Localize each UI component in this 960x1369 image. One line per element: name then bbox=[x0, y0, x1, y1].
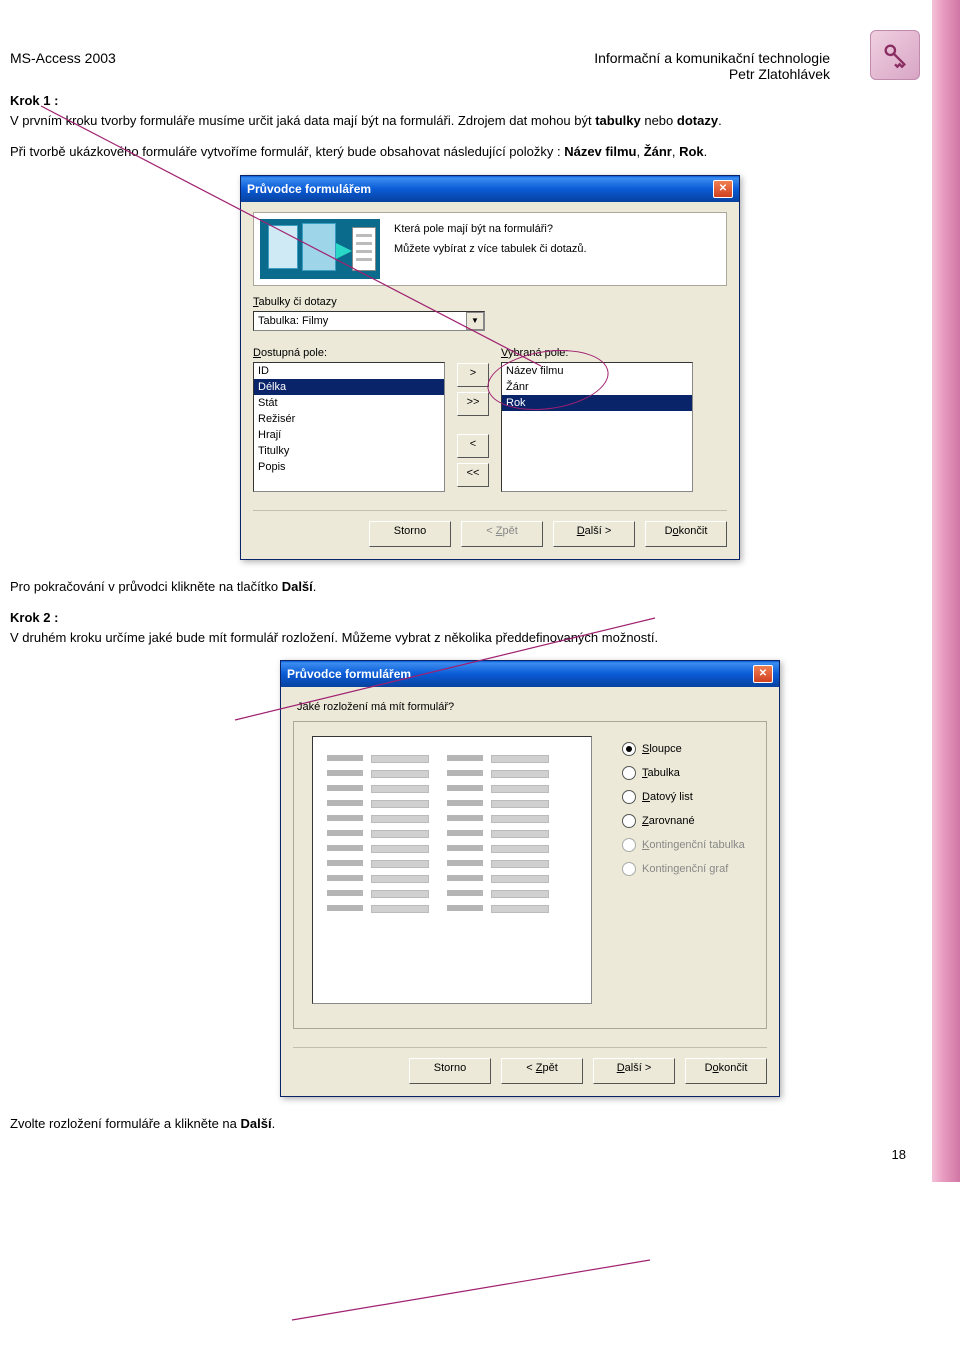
tables-label: Tabulky či dotazy bbox=[253, 296, 727, 308]
selected-fields-list[interactable]: Název filmuŽánrRok bbox=[501, 362, 693, 492]
layout-radio[interactable]: Zarovnané bbox=[622, 814, 745, 828]
layout-radio: Kontingenční tabulka bbox=[622, 838, 745, 852]
radio-label: Kontingenční tabulka bbox=[642, 839, 745, 851]
list-item[interactable]: Název filmu bbox=[502, 363, 692, 379]
add-field-button[interactable]: > bbox=[457, 363, 489, 387]
wizard-banner: Která pole mají být na formuláři? Můžete… bbox=[253, 212, 727, 286]
header-left: MS-Access 2003 bbox=[10, 50, 116, 82]
selected-label: Vybraná pole: bbox=[501, 347, 727, 359]
list-item[interactable]: Titulky bbox=[254, 443, 444, 459]
back-button[interactable]: < Zpět bbox=[501, 1058, 583, 1084]
step2-para: V druhém kroku určíme jaké bude mít form… bbox=[10, 629, 830, 647]
header-author: Petr Zlatohlávek bbox=[594, 66, 830, 82]
chevron-down-icon[interactable]: ▼ bbox=[466, 312, 484, 330]
radio-icon bbox=[622, 742, 636, 756]
tables-combo[interactable]: Tabulka: Filmy ▼ bbox=[253, 311, 485, 331]
list-item[interactable]: Rok bbox=[502, 395, 692, 411]
layout-preview-area: Sloupce Tabulka Datový list Zarovnané Kontin… bbox=[293, 721, 767, 1029]
wizard-graphic-icon bbox=[260, 219, 380, 279]
radio-icon bbox=[622, 862, 636, 876]
footer-hint: Zvolte rozložení formuláře a klikněte na… bbox=[10, 1115, 830, 1133]
list-item[interactable]: Délka bbox=[254, 379, 444, 395]
radio-label: Sloupce bbox=[642, 743, 682, 755]
step1-heading: Krok 1 : bbox=[10, 92, 830, 110]
list-item[interactable]: ID bbox=[254, 363, 444, 379]
header-subject: Informační a komunikační technologie bbox=[594, 50, 830, 66]
cancel-button[interactable]: Storno bbox=[369, 521, 451, 547]
available-label: Dostupná pole: bbox=[253, 347, 445, 359]
list-item[interactable]: Stát bbox=[254, 395, 444, 411]
step1-para2: Při tvorbě ukázkového formuláře vytvořím… bbox=[10, 143, 830, 161]
layout-radio[interactable]: Sloupce bbox=[622, 742, 745, 756]
list-item[interactable]: Žánr bbox=[502, 379, 692, 395]
list-item[interactable]: Režisér bbox=[254, 411, 444, 427]
page-number: 18 bbox=[10, 1147, 950, 1162]
remove-all-button[interactable]: << bbox=[457, 463, 489, 487]
close-icon[interactable]: ✕ bbox=[713, 180, 733, 198]
titlebar: Průvodce formulářem ✕ bbox=[281, 661, 779, 687]
step2-heading: Krok 2 : bbox=[10, 609, 830, 627]
radio-icon bbox=[622, 766, 636, 780]
layout-radio: Kontingenční graf bbox=[622, 862, 745, 876]
callout-leader-line-3 bbox=[290, 1258, 720, 1328]
layout-radio-group: Sloupce Tabulka Datový list Zarovnané Kontin… bbox=[622, 736, 745, 1004]
banner-hint: Můžete vybírat z více tabulek či dotazů. bbox=[394, 243, 718, 255]
continue-hint: Pro pokračování v průvodci klikněte na t… bbox=[10, 578, 830, 596]
combo-value: Tabulka: Filmy bbox=[254, 315, 466, 327]
layout-preview-icon bbox=[312, 736, 592, 1004]
finish-button[interactable]: Dokončit bbox=[645, 521, 727, 547]
dialog-title: Průvodce formulářem bbox=[247, 182, 371, 196]
step1-para1: V prvním kroku tvorby formuláře musíme u… bbox=[10, 112, 830, 130]
layout-question: Jaké rozložení má mít formulář? bbox=[297, 701, 767, 713]
form-wizard-dialog-2: Průvodce formulářem ✕ Jaké rozložení má … bbox=[280, 660, 780, 1097]
radio-label: Tabulka bbox=[642, 767, 680, 779]
radio-label: Zarovnané bbox=[642, 815, 695, 827]
titlebar: Průvodce formulářem ✕ bbox=[241, 176, 739, 202]
next-button[interactable]: Další > bbox=[593, 1058, 675, 1084]
available-fields-list[interactable]: IDDélkaStátRežisérHrajíTitulkyPopis bbox=[253, 362, 445, 492]
dialog-title: Průvodce formulářem bbox=[287, 667, 411, 681]
layout-radio[interactable]: Datový list bbox=[622, 790, 745, 804]
add-all-button[interactable]: >> bbox=[457, 392, 489, 416]
radio-icon bbox=[622, 790, 636, 804]
form-wizard-dialog-1: Průvodce formulářem ✕ Která pole mají bý… bbox=[240, 175, 740, 560]
banner-question: Která pole mají být na formuláři? bbox=[394, 223, 718, 235]
radio-label: Datový list bbox=[642, 791, 693, 803]
radio-icon bbox=[622, 838, 636, 852]
layout-radio[interactable]: Tabulka bbox=[622, 766, 745, 780]
list-item[interactable]: Popis bbox=[254, 459, 444, 475]
close-icon[interactable]: ✕ bbox=[753, 665, 773, 683]
document-header: MS-Access 2003 Informační a komunikační … bbox=[10, 50, 950, 82]
remove-field-button[interactable]: < bbox=[457, 434, 489, 458]
radio-label: Kontingenční graf bbox=[642, 863, 728, 875]
list-item[interactable]: Hrají bbox=[254, 427, 444, 443]
radio-icon bbox=[622, 814, 636, 828]
finish-button[interactable]: Dokončit bbox=[685, 1058, 767, 1084]
cancel-button[interactable]: Storno bbox=[409, 1058, 491, 1084]
back-button: < Zpět bbox=[461, 521, 543, 547]
header-right: Informační a komunikační technologie Pet… bbox=[594, 50, 830, 82]
next-button[interactable]: Další > bbox=[553, 521, 635, 547]
